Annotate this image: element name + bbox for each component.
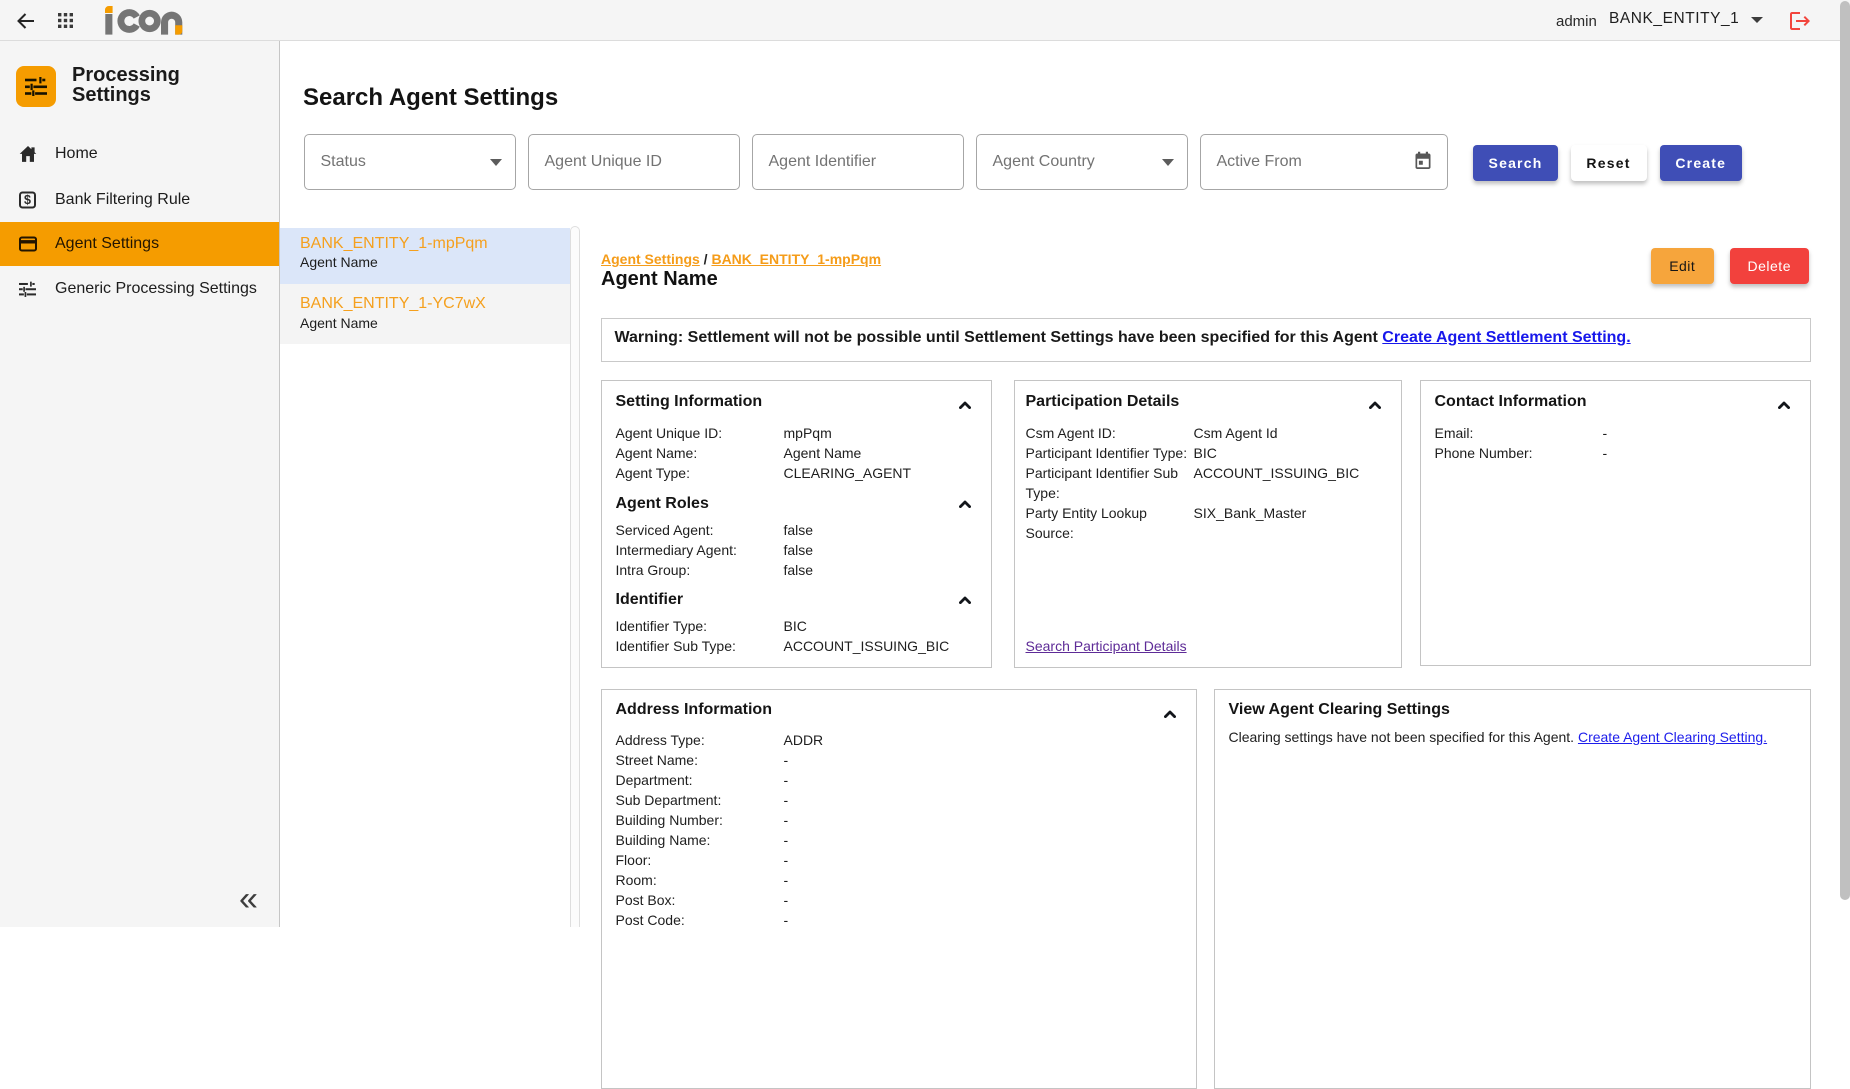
svg-text:$: $ [24,193,31,207]
